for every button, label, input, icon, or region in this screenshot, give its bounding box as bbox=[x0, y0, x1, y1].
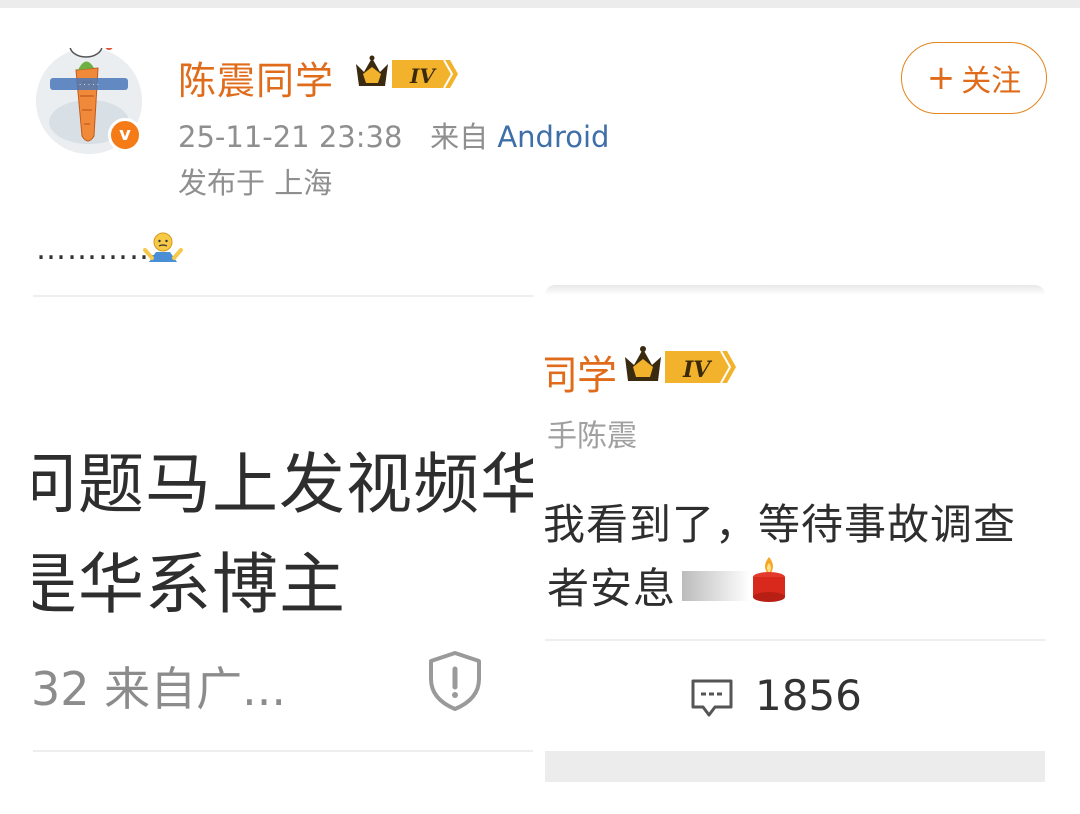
right-screenshot-panel: 同学 IV 手陈震 我看到了，等待事故调查 者安息 1856 bbox=[545, 285, 1045, 782]
divider bbox=[33, 295, 533, 297]
ellipsis-fade bbox=[682, 571, 750, 601]
left-screenshot-line2: 是华系博主 bbox=[33, 546, 346, 623]
follow-label: 关注 bbox=[961, 64, 1022, 99]
divider bbox=[545, 639, 1045, 641]
panel-footer bbox=[545, 751, 1045, 782]
verified-badge-icon: v bbox=[108, 118, 142, 152]
level-badge-text: IV bbox=[682, 357, 712, 383]
level-badge-text: IV bbox=[409, 64, 437, 88]
crown-badge-icon: IV bbox=[625, 346, 736, 384]
left-screenshot-line1: 问题马上发视频华为 bbox=[33, 446, 533, 523]
post-location: 发布于 上海 bbox=[178, 166, 333, 200]
plus-icon: + bbox=[926, 58, 956, 98]
svg-text:· · · · ·: · · · · · bbox=[79, 81, 99, 89]
crown-badge-icon: IV bbox=[356, 55, 458, 89]
comment-count: 1856 bbox=[755, 671, 862, 720]
author-name[interactable]: 陈震同学 bbox=[178, 50, 334, 105]
divider bbox=[33, 750, 533, 752]
comment-icon bbox=[691, 679, 733, 717]
post-timestamp: 25-11-21 23:38 bbox=[178, 120, 403, 154]
post-meta: 25-11-21 23:38 来自 Android bbox=[178, 114, 609, 156]
left-screenshot-meta: 32 来自广... bbox=[33, 662, 287, 716]
candle-emoji-icon bbox=[753, 557, 785, 602]
right-screenshot-name: 同学 bbox=[545, 353, 617, 399]
follow-button[interactable]: + 关注 bbox=[901, 42, 1047, 114]
right-screenshot-line2: 者安息 bbox=[547, 564, 677, 613]
right-screenshot-subtitle: 手陈震 bbox=[547, 419, 637, 454]
source-link[interactable]: Android bbox=[497, 120, 609, 154]
source-prefix: 来自 bbox=[430, 120, 489, 154]
post-text: ………… bbox=[36, 232, 160, 267]
panel-shadow bbox=[545, 285, 1045, 295]
shrug-emoji-icon bbox=[143, 232, 183, 262]
top-divider bbox=[0, 0, 1080, 8]
shield-alert-icon bbox=[429, 651, 481, 711]
left-screenshot-panel: 问题马上发视频华为 是华系博主 32 来自广... bbox=[33, 295, 533, 755]
right-screenshot-line1: 我看到了，等待事故调查 bbox=[545, 500, 1017, 549]
